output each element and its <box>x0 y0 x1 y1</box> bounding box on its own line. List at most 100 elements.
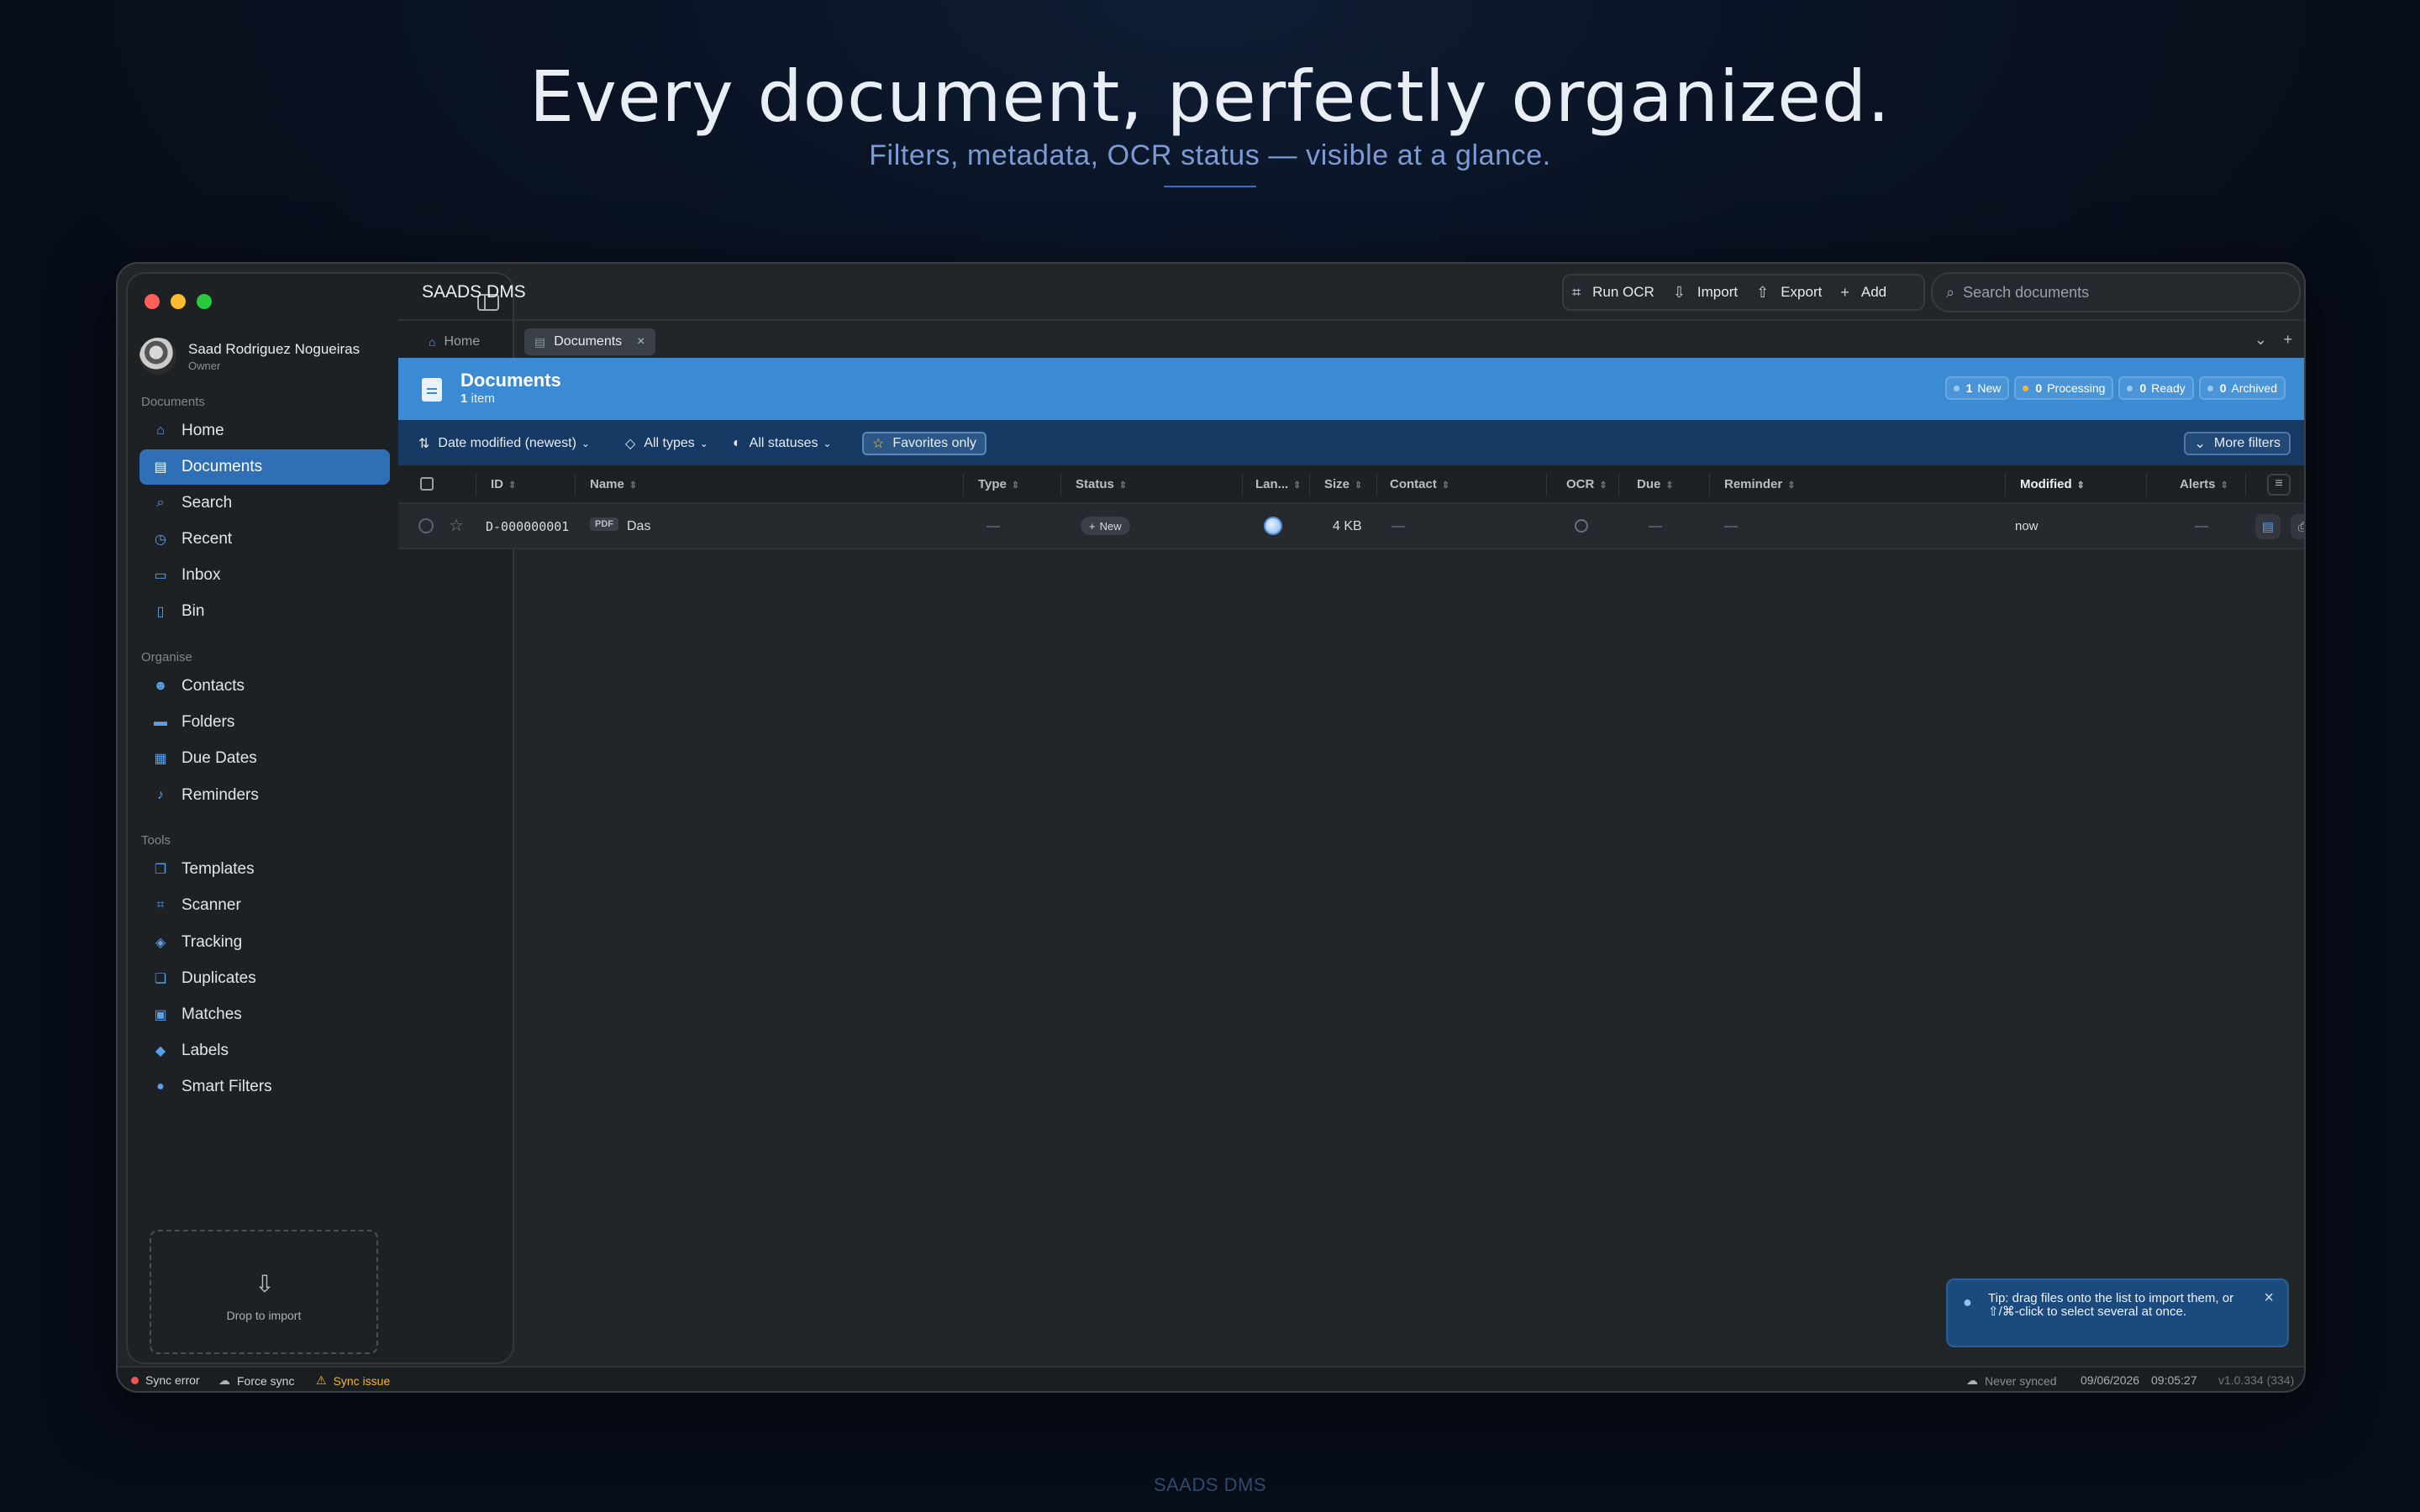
column-header-reminder[interactable]: Reminder ⇕ <box>1724 477 1795 491</box>
favorites-label: Favorites only <box>892 436 976 450</box>
column-header-type[interactable]: Type ⇕ <box>978 477 1019 491</box>
folder-icon: ▬ <box>154 715 167 729</box>
select-all-checkbox[interactable] <box>420 477 434 491</box>
sidebar-item-documents[interactable]: ▤ Documents <box>139 449 390 485</box>
sync-issue-label: Sync issue <box>333 1373 391 1388</box>
column-divider <box>1376 474 1377 496</box>
force-sync-label: Force sync <box>237 1373 295 1388</box>
tab-home[interactable]: ⌂ Home <box>418 328 490 355</box>
run-ocr-label: Run OCR <box>1592 284 1655 300</box>
document-name[interactable]: Das <box>627 519 650 534</box>
favorite-star-icon[interactable]: ☆ <box>449 515 464 536</box>
print-icon[interactable]: ⎙ <box>2291 514 2304 539</box>
search-input[interactable] <box>1963 283 2266 302</box>
export-button[interactable]: ⇧ Export <box>1756 284 1822 302</box>
open-document-icon[interactable]: ▤ <box>2255 514 2281 539</box>
chevron-down-icon[interactable]: ⌄ <box>2254 331 2267 349</box>
contacts-icon: ☻ <box>153 679 168 693</box>
sidebar-item-label: Contacts <box>182 677 245 695</box>
add-button[interactable]: + Add <box>1840 284 1886 302</box>
sidebar-item-templates[interactable]: ❐ Templates <box>139 852 390 887</box>
drop-to-import-zone[interactable]: ⇩ Drop to import <box>150 1230 378 1354</box>
column-header-status[interactable]: Status ⇕ <box>1076 477 1127 491</box>
sidebar-item-recent[interactable]: ◷ Recent <box>139 522 390 557</box>
sidebar-item-home[interactable]: ⌂ Home <box>139 413 390 449</box>
sidebar-item-reminders[interactable]: ♪ Reminders <box>139 778 390 813</box>
search-box[interactable]: ⌕ <box>1931 272 2301 312</box>
status-badge-archived[interactable]: 0 Archived <box>2198 376 2286 400</box>
sort-dropdown[interactable]: ⇅ Date modified (newest) ⌄ <box>418 432 590 455</box>
sync-issue-indicator[interactable]: ⚠ Sync issue <box>316 1373 390 1388</box>
lightbulb-icon: ● <box>1963 1294 1972 1310</box>
tip-text: Tip: drag files onto the list to import … <box>1988 1291 2234 1319</box>
column-header-id[interactable]: ID ⇕ <box>491 477 516 491</box>
statuses-dropdown[interactable]: ◐ All statuses ⌄ <box>733 432 832 455</box>
sidebar-item-matches[interactable]: ▣ Matches <box>139 997 390 1032</box>
column-divider <box>1618 474 1619 496</box>
filter-bar: ⇅ Date modified (newest) ⌄ ◇ All types ⌄ ◐ Al… <box>398 420 2304 465</box>
home-icon: ⌂ <box>156 423 165 438</box>
column-header-alerts[interactable]: Alerts ⇕ <box>2180 477 2228 491</box>
column-header-language[interactable]: Lan... ⇕ <box>1255 477 1301 491</box>
table-row[interactable]: ☆ D-000000001 PDF Das — + New 4 KB — — — … <box>398 504 2304 549</box>
column-header-name[interactable]: Name ⇕ <box>590 477 637 491</box>
favorites-only-toggle[interactable]: ☆ Favorites only <box>862 432 986 455</box>
badge-label: New <box>1977 381 2002 395</box>
close-icon[interactable]: × <box>2264 1289 2274 1308</box>
status-dot <box>2207 385 2213 391</box>
document-size: 4 KB <box>1333 519 1362 533</box>
plus-icon: + <box>1089 519 1096 533</box>
new-tab-icon[interactable]: + <box>2283 331 2292 349</box>
main-area: SAADS DMS ⌗ Run OCR ⇩ Import ⇧ Export + Add … <box>398 264 2304 1391</box>
column-options-icon[interactable]: ≡ <box>2267 474 2291 496</box>
sidebar-item-inbox[interactable]: ▭ Inbox <box>139 558 390 593</box>
sidebar-item-tracking[interactable]: ◈ Tracking <box>139 925 390 960</box>
import-button[interactable]: ⇩ Import <box>1673 284 1738 302</box>
sidebar-item-labels[interactable]: ◆ Labels <box>139 1033 390 1068</box>
item-count: 1 item <box>460 391 495 406</box>
status-badge-processing[interactable]: 0 Processing <box>2014 376 2114 400</box>
column-header-modified[interactable]: Modified ⇕ <box>2020 477 2085 491</box>
cloud-icon: ☁ <box>1966 1373 1978 1387</box>
sidebar-item-due-dates[interactable]: ▦ Due Dates <box>139 741 390 776</box>
sidebar-item-contacts[interactable]: ☻ Contacts <box>139 669 390 704</box>
run-ocr-button[interactable]: ⌗ Run OCR <box>1572 284 1655 302</box>
column-header-due[interactable]: Due ⇕ <box>1637 477 1674 491</box>
status-badge-ready[interactable]: 0 Ready <box>2118 376 2194 400</box>
column-label: Status <box>1076 477 1114 491</box>
action-group: ⌗ Run OCR ⇩ Import ⇧ Export + Add <box>1562 274 1925 311</box>
table-header: ID ⇕ Name ⇕ Type ⇕ Status ⇕ Lan... ⇕ Size ⇕ Co… <box>398 465 2304 504</box>
sort-icon: ⇕ <box>2076 480 2085 491</box>
tab-documents[interactable]: ▤ Documents × <box>524 328 655 355</box>
inbox-download-icon: ⇩ <box>255 1271 275 1297</box>
sidebar-item-search[interactable]: ⌕ Search <box>139 486 390 521</box>
tip-toast: ● Tip: drag files onto the list to impor… <box>1946 1278 2289 1347</box>
close-tab-icon[interactable]: × <box>637 334 644 349</box>
sidebar-item-folders[interactable]: ▬ Folders <box>139 705 390 740</box>
row-select-radio[interactable] <box>418 518 434 533</box>
search-icon: ⌕ <box>1946 283 1955 301</box>
more-filters-button[interactable]: ⌄ More filters <box>2184 432 2291 455</box>
sidebar-item-smart-filters[interactable]: ● Smart Filters <box>139 1069 390 1105</box>
sidebar-item-duplicates[interactable]: ❏ Duplicates <box>139 961 390 996</box>
column-header-ocr[interactable]: OCR ⇕ <box>1566 477 1607 491</box>
matches-icon: ▣ <box>154 1008 167 1022</box>
document-alerts: — <box>2195 519 2208 533</box>
sync-error-indicator[interactable]: Sync error <box>131 1373 200 1387</box>
zoom-window-button[interactable] <box>197 294 212 309</box>
sidebar-item-bin[interactable]: ▯ Bin <box>139 594 390 629</box>
column-header-size[interactable]: Size ⇕ <box>1324 477 1362 491</box>
search-icon: ⌕ <box>156 496 165 510</box>
types-dropdown[interactable]: ◇ All types ⌄ <box>625 432 708 455</box>
badge-label: Archived <box>2231 381 2277 395</box>
column-header-contact[interactable]: Contact ⇕ <box>1390 477 1449 491</box>
item-count-number: 1 <box>460 391 468 406</box>
minimize-window-button[interactable] <box>171 294 186 309</box>
status-badge-new[interactable]: 1 New <box>1944 376 2010 400</box>
window-controls <box>145 294 212 309</box>
close-window-button[interactable] <box>145 294 160 309</box>
force-sync-button[interactable]: ☁ Force sync <box>218 1373 294 1388</box>
status-dot <box>2127 385 2133 391</box>
package-icon: ◈ <box>155 936 166 950</box>
sidebar-item-scanner[interactable]: ⌗ Scanner <box>139 888 390 923</box>
